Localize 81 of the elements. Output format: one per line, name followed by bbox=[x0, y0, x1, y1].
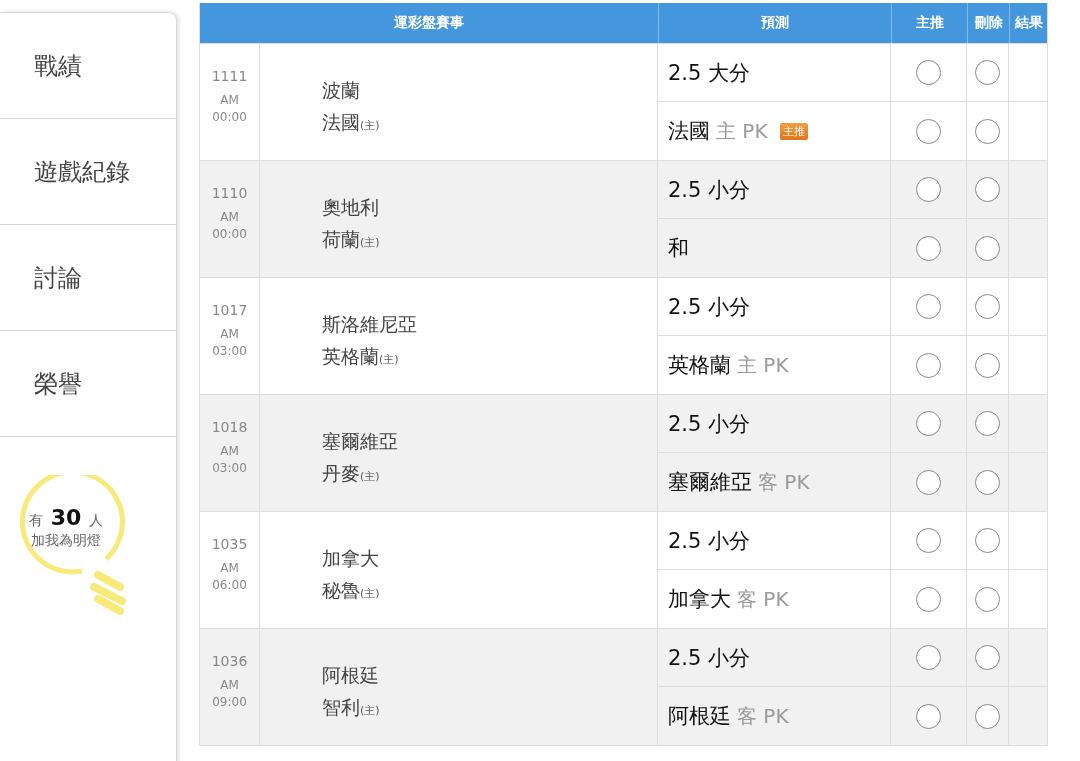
match-time: 09:00 bbox=[212, 694, 247, 711]
prediction-text: 加拿大 bbox=[668, 586, 731, 613]
home-team: 法國(主) bbox=[322, 110, 381, 135]
prediction-note: 主 PK bbox=[716, 117, 768, 145]
prediction-text: 2.5 小分 bbox=[668, 293, 751, 321]
away-team: 斯洛維尼亞 bbox=[322, 312, 418, 337]
match-number: 1111 bbox=[211, 68, 248, 84]
radio-button[interactable] bbox=[975, 177, 1000, 202]
prediction-text: 2.5 小分 bbox=[668, 410, 751, 438]
match-ampm: AM bbox=[220, 92, 239, 109]
match-time: 03:00 bbox=[212, 343, 247, 360]
sidebar-item[interactable]: 榮譽 bbox=[0, 331, 176, 437]
radio-button[interactable] bbox=[975, 118, 1000, 144]
radio-button[interactable] bbox=[975, 235, 1000, 261]
match-ampm: AM bbox=[220, 560, 239, 577]
radio-button[interactable] bbox=[916, 177, 941, 202]
prediction-text: 2.5 大分 bbox=[668, 59, 751, 87]
radio-button[interactable] bbox=[916, 586, 941, 612]
fans-prefix: 有 bbox=[28, 512, 43, 530]
away-team: 加拿大 bbox=[322, 546, 380, 571]
radio-button[interactable] bbox=[916, 294, 941, 319]
home-team: 丹麥(主) bbox=[322, 461, 381, 486]
prediction-note: 客 PK bbox=[737, 585, 789, 613]
prediction-note: 主 PK bbox=[737, 351, 789, 379]
match-number: 1110 bbox=[211, 185, 248, 201]
radio-button[interactable] bbox=[916, 235, 941, 261]
away-team: 奧地利 bbox=[322, 195, 380, 220]
match-number: 1035 bbox=[211, 536, 248, 552]
radio-button[interactable] bbox=[975, 703, 1000, 729]
radio-button[interactable] bbox=[975, 411, 1000, 436]
radio-button[interactable] bbox=[916, 645, 941, 670]
away-team: 塞爾維亞 bbox=[322, 429, 399, 454]
radio-button[interactable] bbox=[975, 294, 1000, 319]
radio-button[interactable] bbox=[975, 352, 1000, 378]
match-ampm: AM bbox=[220, 326, 239, 343]
away-team: 波蘭 bbox=[322, 78, 361, 103]
radio-button[interactable] bbox=[916, 411, 941, 436]
prediction-text: 法國 bbox=[668, 118, 710, 145]
radio-button[interactable] bbox=[975, 60, 1000, 85]
match-time: 00:00 bbox=[212, 109, 247, 126]
featured-badge: 主推 bbox=[779, 122, 808, 140]
home-team: 秘魯(主) bbox=[322, 578, 381, 603]
match-time: 03:00 bbox=[212, 460, 247, 477]
match-number: 1017 bbox=[211, 302, 248, 318]
match-number: 1018 bbox=[211, 419, 248, 435]
fans-caption: 加我為明燈 bbox=[31, 532, 101, 550]
fans-count: 30 bbox=[50, 505, 82, 530]
radio-button[interactable] bbox=[975, 645, 1000, 670]
prediction-text: 2.5 小分 bbox=[668, 176, 751, 204]
home-team: 荷蘭(主) bbox=[322, 227, 381, 252]
prediction-text: 英格蘭 bbox=[668, 352, 731, 379]
sidebar-item[interactable]: 戰績 bbox=[0, 13, 176, 119]
prediction-text: 塞爾維亞 bbox=[668, 469, 752, 496]
radio-button[interactable] bbox=[916, 703, 941, 729]
prediction-text: 2.5 小分 bbox=[668, 527, 751, 555]
away-team: 阿根廷 bbox=[322, 663, 380, 688]
prediction-note: 客 PK bbox=[758, 468, 810, 496]
column-header: 運彩盤賽事 bbox=[393, 13, 465, 32]
radio-button[interactable] bbox=[975, 469, 1000, 495]
prediction-text: 阿根廷 bbox=[668, 703, 731, 730]
radio-button[interactable] bbox=[916, 528, 941, 553]
match-time: 06:00 bbox=[212, 577, 247, 594]
fans-suffix: 人 bbox=[89, 512, 104, 530]
radio-button[interactable] bbox=[916, 118, 941, 144]
radio-button[interactable] bbox=[975, 528, 1000, 553]
match-ampm: AM bbox=[220, 443, 239, 460]
prediction-text: 和 bbox=[668, 235, 689, 262]
prediction-note: 客 PK bbox=[737, 702, 789, 730]
home-team: 智利(主) bbox=[322, 695, 381, 720]
match-ampm: AM bbox=[220, 209, 239, 226]
match-time: 00:00 bbox=[212, 226, 247, 243]
radio-button[interactable] bbox=[916, 352, 941, 378]
radio-button[interactable] bbox=[975, 586, 1000, 612]
match-ampm: AM bbox=[220, 677, 239, 694]
home-team: 英格蘭(主) bbox=[322, 344, 400, 369]
prediction-text: 2.5 小分 bbox=[668, 644, 751, 672]
sidebar-item[interactable]: 遊戲紀錄 bbox=[0, 119, 176, 225]
match-number: 1036 bbox=[211, 653, 248, 669]
radio-button[interactable] bbox=[916, 60, 941, 85]
radio-button[interactable] bbox=[916, 469, 941, 495]
sidebar-item[interactable]: 討論 bbox=[0, 225, 176, 331]
